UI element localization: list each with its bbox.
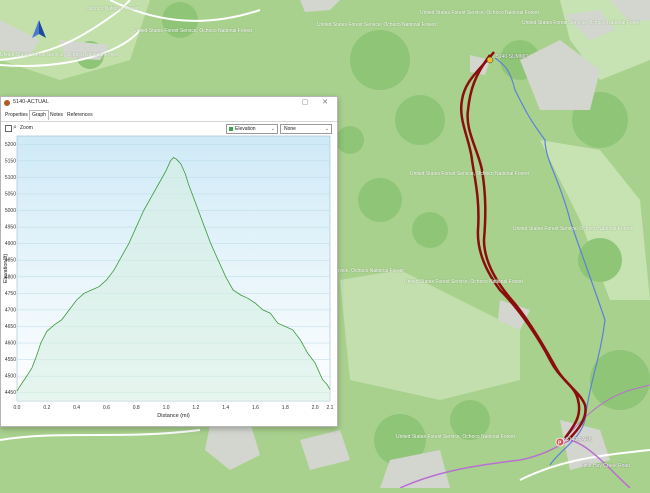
chevron-down-icon: ⌄ <box>324 126 329 132</box>
secondary-series-dropdown[interactable]: None ⌄ <box>280 124 332 134</box>
x-tick-label: 0.0 <box>14 405 21 411</box>
y-tick-label: 4650 <box>5 324 16 330</box>
map-label: United States Forest Service, Ochoco Nat… <box>522 20 641 26</box>
series-dropdown[interactable]: Elevation ⌄ <box>226 124 278 134</box>
x-tick-label: 1.8 <box>282 405 289 411</box>
map-label: United States Forest Service, Ochoco Nat… <box>420 10 539 16</box>
close-button[interactable]: ✕ <box>319 98 331 108</box>
maximize-button[interactable]: ▢ <box>299 98 311 108</box>
window-title: 5140-ACTUAL <box>13 99 49 105</box>
x-tick-label: 1.6 <box>252 405 259 411</box>
y-tick-label: 4450 <box>5 390 16 396</box>
x-tick-label: 0.4 <box>73 405 80 411</box>
tab-properties[interactable]: Properties <box>3 111 30 120</box>
y-tick-label: 5200 <box>5 142 16 148</box>
map-label: United States Forest Service, Ochoco Nat… <box>410 171 529 177</box>
y-tick-label: 4950 <box>5 225 16 231</box>
elevation-chart[interactable]: 4450450045504600465047004750480048504900… <box>1 135 337 426</box>
x-tick-label: 2.0 <box>312 405 319 411</box>
y-tick-label: 4550 <box>5 357 16 363</box>
y-tick-label: 5000 <box>5 208 16 214</box>
x-tick-label: 1.4 <box>222 405 229 411</box>
y-tick-label: 4500 <box>5 374 16 380</box>
map-label: United States Forest Service, Ochoco Nat… <box>317 22 436 28</box>
summit-waypoint-icon[interactable] <box>486 56 494 64</box>
elevation-graph[interactable]: 4450 4500 4550 4600 4650 4700 4750 4800 4850 4900… <box>1 135 337 426</box>
x-tick-label: 2.1 <box>327 405 334 411</box>
x-tick-label: 0.8 <box>133 405 140 411</box>
elevation-swatch-icon <box>229 127 233 131</box>
map-label: United States Forest Service, Ochoco Nat… <box>404 279 523 285</box>
park-waypoint-label: 5140-PARK <box>566 437 593 443</box>
window-titlebar[interactable]: 5140-ACTUAL ▢ ✕ <box>1 97 337 109</box>
series-dropdown-value: Elevation <box>235 126 256 132</box>
y-tick-label: 4700 <box>5 307 16 313</box>
chevron-down-icon: ⌄ <box>270 126 275 132</box>
y-tick-label: 4600 <box>5 341 16 347</box>
x-tick-label: 0.6 <box>103 405 110 411</box>
x-tick-label: 0.2 <box>43 405 50 411</box>
y-axis-label: Elevation(ft) <box>3 254 9 284</box>
y-tick-label: 4900 <box>5 241 16 247</box>
tab-notes[interactable]: Notes <box>48 111 65 120</box>
tab-references[interactable]: References <box>65 111 95 120</box>
summit-waypoint-label: 5140-SUMMIT <box>496 54 529 60</box>
y-tick-label: 5100 <box>5 175 16 181</box>
magnifier-icon: ⌕ <box>13 124 17 131</box>
zoom-checkbox[interactable] <box>5 125 12 132</box>
map-label: Ochoco National Forest <box>86 6 139 12</box>
y-tick-label: 5050 <box>5 191 16 197</box>
map-label: United States Forest Service, Ochoco Nat… <box>513 226 632 232</box>
track-properties-window[interactable]: 5140-ACTUAL ▢ ✕ Properties Graph Notes R… <box>0 96 338 427</box>
y-tick-label: 5150 <box>5 158 16 164</box>
secondary-dropdown-value: None <box>284 126 296 132</box>
track-icon <box>4 100 10 106</box>
tab-graph[interactable]: Graph <box>29 110 49 120</box>
y-tick-label: 4750 <box>5 291 16 297</box>
map-label: United States Forest Service, Ochoco Nat… <box>396 434 515 440</box>
map-label: ervice, Ochoco National Forest <box>335 268 404 274</box>
x-tick-label: 1.0 <box>163 405 170 411</box>
map-label: United States Forest Service, Ochoco Nat… <box>0 52 119 58</box>
x-tick-label: 1.2 <box>192 405 199 411</box>
north-arrow-icon <box>32 20 46 38</box>
map-label: United States Forest Service, Ochoco Nat… <box>133 28 252 34</box>
zoom-label: Zoom <box>20 125 33 131</box>
graph-toolbar: ⌕ Zoom Elevation ⌄ None ⌄ <box>1 121 337 134</box>
x-axis-label: Distance (mi) <box>157 413 190 419</box>
road-label: Little Hay Creek Road <box>581 463 630 469</box>
